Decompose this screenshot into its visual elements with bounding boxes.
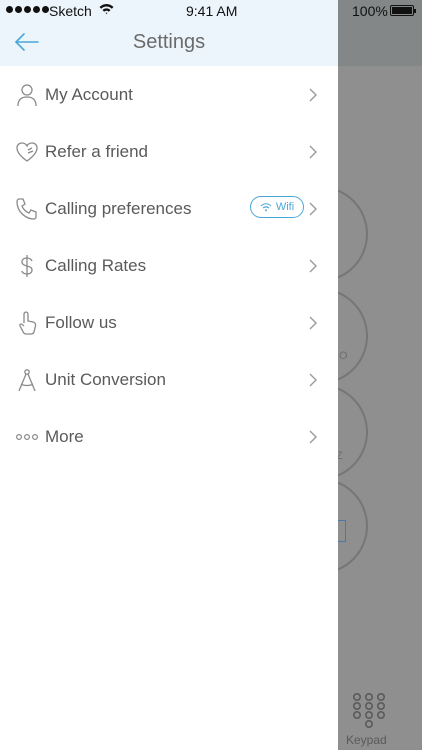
chevron-right-icon xyxy=(309,316,317,329)
heart-hand-icon xyxy=(16,141,38,162)
wifi-icon xyxy=(99,4,114,14)
status-time: 9:41 AM xyxy=(186,3,238,19)
menu-item-label: Calling Rates xyxy=(45,255,147,275)
battery-icon xyxy=(390,5,416,16)
wifi-badge-label: Wifi xyxy=(275,201,295,213)
menu-item-label: Refer a friend xyxy=(45,141,148,161)
chevron-right-icon xyxy=(309,430,317,443)
compass-icon xyxy=(18,368,36,391)
chevron-right-icon xyxy=(309,88,317,101)
more-dots-icon xyxy=(15,433,39,440)
chevron-right-icon xyxy=(309,259,317,272)
page-title: Settings xyxy=(132,31,206,53)
wifi-icon xyxy=(260,203,272,212)
status-bar: Sketch 9:41 AM 100% xyxy=(0,0,422,22)
signal-strength-icon xyxy=(6,6,49,13)
settings-menu: My Account Refer a friend Calling prefer… xyxy=(0,66,338,465)
menu-item-more[interactable]: More xyxy=(0,408,338,465)
dollar-icon xyxy=(21,254,33,277)
user-icon xyxy=(17,83,37,106)
settings-drawer: Settings My Account Refer a friend Calli… xyxy=(0,0,338,750)
menu-item-label: More xyxy=(45,426,84,446)
background-key-letter: O xyxy=(339,350,348,362)
chevron-right-icon xyxy=(309,145,317,158)
keypad-icon[interactable] xyxy=(351,692,387,728)
menu-item-unit-conversion[interactable]: Unit Conversion xyxy=(0,351,338,408)
carrier-name: Sketch xyxy=(49,3,92,19)
pointer-hand-icon xyxy=(19,310,37,335)
chevron-right-icon xyxy=(309,202,317,215)
wifi-badge: Wifi xyxy=(250,196,304,218)
phone-icon xyxy=(16,197,37,220)
menu-item-label: Calling preferences xyxy=(45,198,192,218)
chevron-right-icon xyxy=(309,373,317,386)
menu-item-label: Unit Conversion xyxy=(45,369,166,389)
menu-item-calling-rates[interactable]: Calling Rates xyxy=(0,237,338,294)
menu-item-follow-us[interactable]: Follow us xyxy=(0,294,338,351)
battery-percentage: 100% xyxy=(352,3,388,19)
menu-item-refer-a-friend[interactable]: Refer a friend xyxy=(0,123,338,180)
menu-item-my-account[interactable]: My Account xyxy=(0,66,338,123)
menu-item-label: Follow us xyxy=(45,312,117,332)
menu-item-calling-preferences[interactable]: Calling preferences Wifi xyxy=(0,180,338,237)
keypad-tab-label[interactable]: Keypad xyxy=(346,733,387,747)
menu-item-label: My Account xyxy=(45,84,133,104)
background-fragment xyxy=(338,520,346,542)
